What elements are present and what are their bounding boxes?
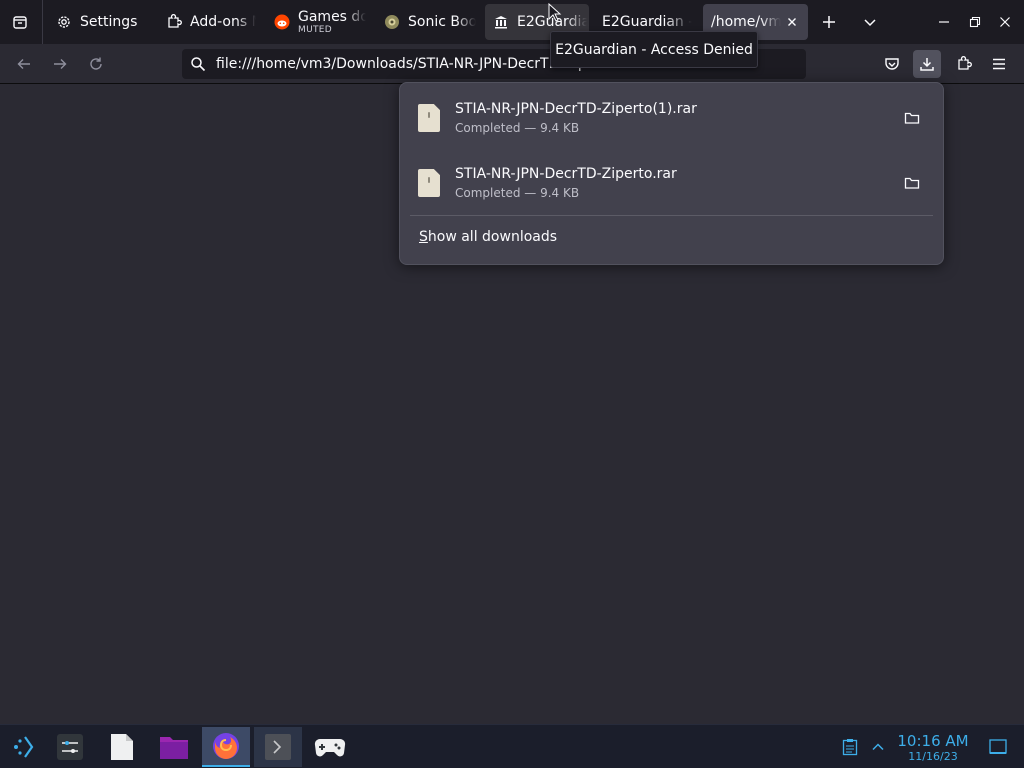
terminal-icon xyxy=(265,734,291,760)
show-all-downloads-button[interactable]: Show all downloads xyxy=(419,229,557,245)
clock-date: 11/16/23 xyxy=(908,750,958,763)
taskbar-terminal[interactable] xyxy=(254,727,302,767)
arrow-right-icon xyxy=(54,59,67,69)
gamepad-icon xyxy=(314,738,346,757)
building-icon xyxy=(493,14,509,30)
chevron-up-icon xyxy=(872,743,884,751)
menu-button[interactable] xyxy=(985,50,1013,78)
mouse-cursor-icon xyxy=(548,3,562,22)
forward-button[interactable] xyxy=(46,50,74,78)
firefox-icon xyxy=(213,733,239,759)
tab-separator xyxy=(42,0,43,44)
search-icon xyxy=(190,56,206,72)
folder-icon xyxy=(904,177,920,189)
folder-icon xyxy=(904,112,920,124)
taskbar-game[interactable] xyxy=(306,727,354,767)
tab-label: Settings xyxy=(80,14,138,30)
tab-label: Sonic Boom xyxy=(408,14,476,30)
close-icon xyxy=(1000,17,1010,27)
download-item[interactable]: STIA-NR-JPN-DecrTD-Ziperto(1).rar Comple… xyxy=(408,89,935,147)
reload-icon xyxy=(90,57,102,70)
pocket-button[interactable] xyxy=(878,50,906,78)
navigation-toolbar: file:///home/vm3/Downloads/STIA-NR-JPN-D… xyxy=(0,44,1024,84)
clipboard-tray-button[interactable] xyxy=(836,727,864,767)
minimize-icon xyxy=(939,21,949,23)
pocket-icon xyxy=(885,58,899,70)
minimize-button[interactable] xyxy=(930,8,958,36)
gear-icon xyxy=(56,14,72,30)
tab-muted-label: MUTED xyxy=(298,24,332,35)
plus-icon xyxy=(823,16,835,28)
tab-label: Games down xyxy=(298,8,366,25)
extensions-button[interactable] xyxy=(950,50,978,78)
download-status: Completed — 9.4 KB xyxy=(455,186,580,200)
show-all-downloads-label: how all downloads xyxy=(427,229,558,245)
document-icon xyxy=(111,734,133,760)
taskbar-file-manager[interactable] xyxy=(150,727,198,767)
tab-strip: Settings Add-ons Manager Games down MUTE… xyxy=(0,0,1024,44)
reload-button[interactable] xyxy=(82,50,110,78)
tab-sonic[interactable]: Sonic Boom xyxy=(376,4,480,40)
tab-label: Add-ons Manager xyxy=(190,14,256,30)
taskbar-firefox[interactable] xyxy=(202,727,250,767)
tab-add-ons[interactable]: Add-ons Manager xyxy=(158,4,258,40)
file-icon xyxy=(418,169,440,197)
show-in-folder-button[interactable] xyxy=(897,168,927,198)
firefox-view-icon xyxy=(13,16,27,29)
download-icon xyxy=(920,58,934,71)
digital-clock[interactable]: 10:16 AM 11/16/23 xyxy=(896,732,970,764)
restore-button[interactable] xyxy=(961,8,989,36)
download-status: Completed — 9.4 KB xyxy=(455,121,580,135)
panel-divider xyxy=(410,215,933,216)
download-filename: STIA-NR-JPN-DecrTD-Ziperto(1).rar xyxy=(455,101,697,117)
show-desktop-button[interactable] xyxy=(984,727,1012,767)
clipboard-icon xyxy=(842,739,858,756)
arrow-left-icon xyxy=(17,59,30,69)
list-all-tabs-button[interactable] xyxy=(856,8,884,36)
puzzle-icon xyxy=(958,56,972,70)
reddit-icon xyxy=(274,14,290,30)
downloads-button[interactable] xyxy=(913,50,941,78)
tab-label: /home/vm3/ xyxy=(711,14,781,30)
downloads-panel: STIA-NR-JPN-DecrTD-Ziperto(1).rar Comple… xyxy=(399,82,944,265)
tab-label: E2Guardian - xyxy=(602,14,692,30)
tab-games[interactable]: Games down MUTED xyxy=(266,4,370,40)
tab-settings[interactable]: Settings xyxy=(48,4,148,40)
clock-time: 10:16 AM xyxy=(897,732,969,750)
close-window-button[interactable] xyxy=(991,8,1019,36)
firefox-view-button[interactable] xyxy=(6,8,34,36)
taskbar-system-settings[interactable] xyxy=(46,727,94,767)
taskbar-text-editor[interactable] xyxy=(98,727,146,767)
show-hidden-icons-button[interactable] xyxy=(864,727,892,767)
show-in-folder-button[interactable] xyxy=(897,103,927,133)
close-tab-icon[interactable] xyxy=(784,14,800,30)
download-item[interactable]: STIA-NR-JPN-DecrTD-Ziperto.rar Completed… xyxy=(408,154,935,212)
taskbar: 10:16 AM 11/16/23 xyxy=(0,724,1024,768)
download-filename: STIA-NR-JPN-DecrTD-Ziperto.rar xyxy=(455,166,677,182)
folder-app-icon xyxy=(160,737,188,759)
chevron-down-icon xyxy=(864,19,876,27)
back-button[interactable] xyxy=(10,50,38,78)
puzzle-icon xyxy=(166,14,182,30)
hamburger-menu-icon xyxy=(993,58,1005,70)
sonic-icon xyxy=(384,14,400,30)
new-tab-button[interactable] xyxy=(815,8,843,36)
desktop-icon xyxy=(989,739,1007,754)
access-key: S xyxy=(419,229,428,245)
file-icon xyxy=(418,104,440,132)
tab-tooltip: E2Guardian - Access Denied xyxy=(550,31,758,68)
restore-icon xyxy=(969,16,981,28)
app-launcher-button[interactable] xyxy=(0,727,48,767)
settings-app-icon xyxy=(57,734,83,760)
launcher-icon xyxy=(14,736,34,758)
